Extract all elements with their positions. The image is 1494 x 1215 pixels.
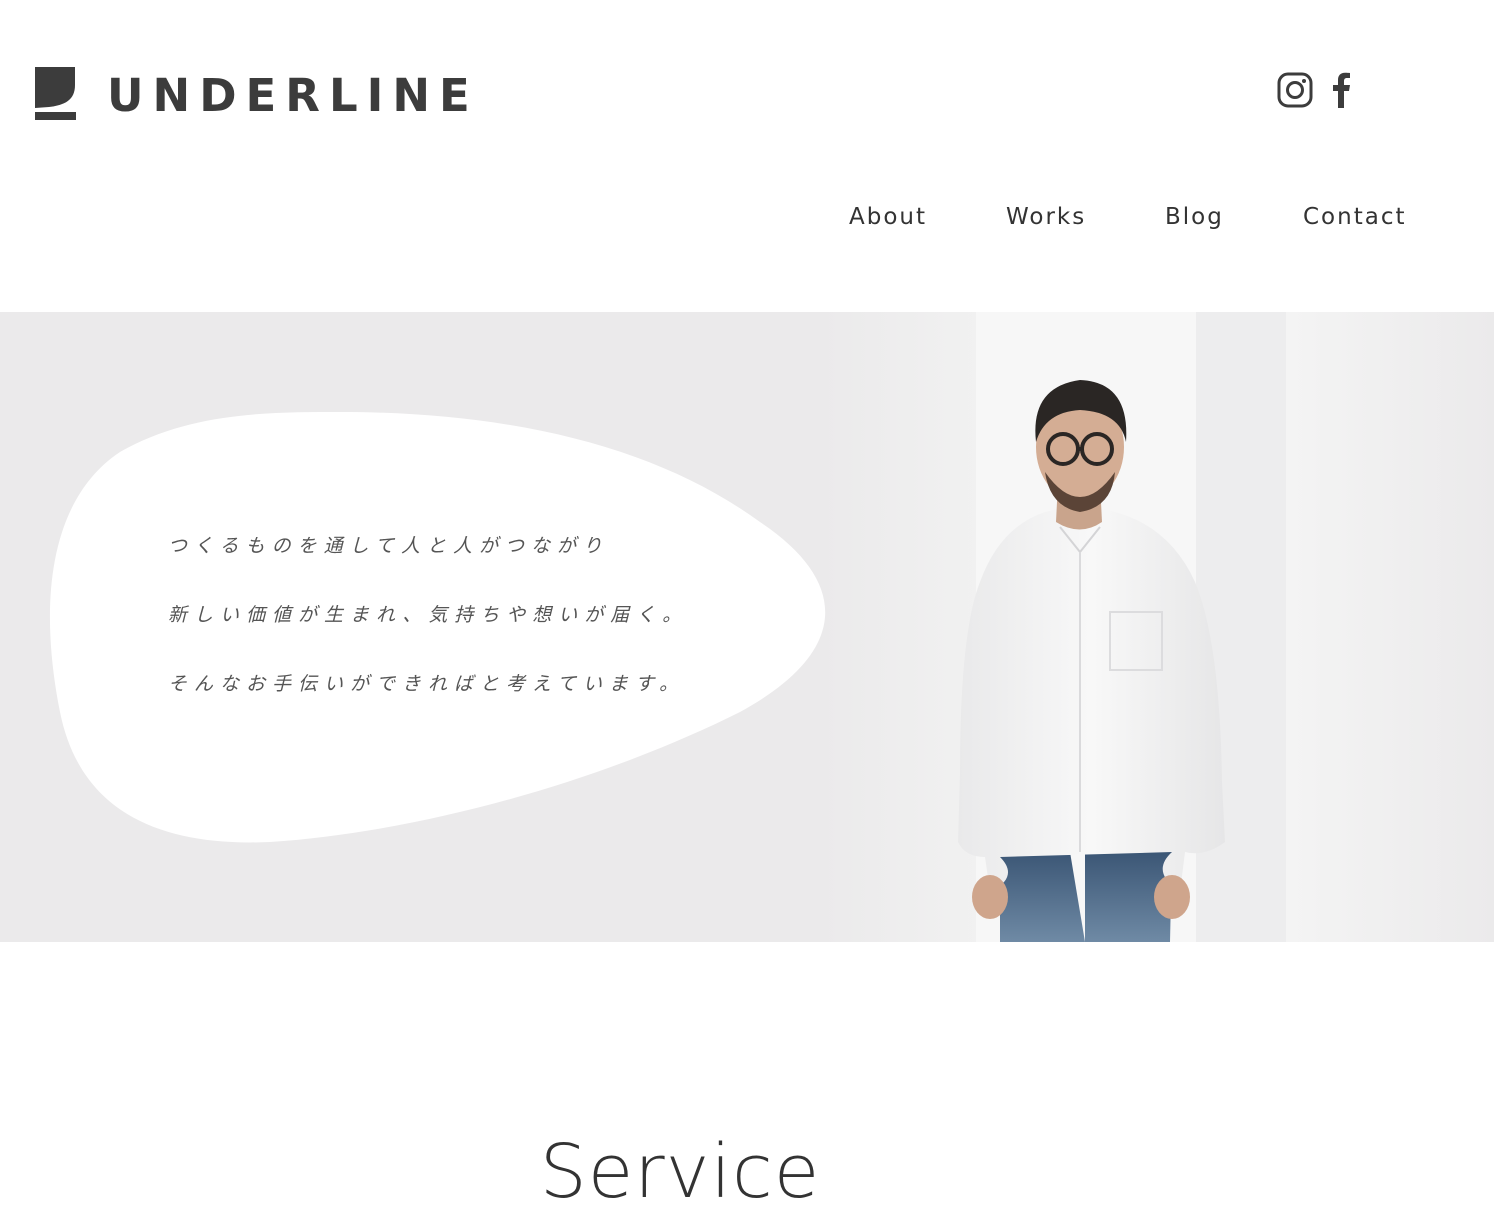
nav-works[interactable]: Works [1006,204,1086,230]
hero-section: つくるものを通して人と人がつながり 新しい価値が生まれ、気持ちや想いが届く。 そ… [0,312,1494,942]
logo-wordmark: UNDERLINE [107,69,479,122]
logo-mark-icon [35,67,76,120]
facebook-icon [1333,72,1350,108]
hero-message-line: そんなお手伝いができればと考えています。 [168,673,686,695]
nav-contact[interactable]: Contact [1303,204,1406,230]
nav-about[interactable]: About [849,204,927,230]
service-heading: Service [539,1129,821,1215]
facebook-link[interactable] [1331,72,1367,112]
social-links [1277,72,1367,112]
nav-blog[interactable]: Blog [1165,204,1224,230]
site-header: UNDERLINE About Works Blog Contact [0,0,1494,312]
site-logo[interactable]: UNDERLINE [35,67,479,120]
hero-message: つくるものを通して人と人がつながり 新しい価値が生まれ、気持ちや想いが届く。 そ… [168,530,688,737]
hero-message-line: 新しい価値が生まれ、気持ちや想いが届く。 [168,604,689,626]
main-nav: About Works Blog Contact [0,204,1494,238]
hero-message-line: つくるものを通して人と人がつながり [168,535,610,557]
instagram-icon [1277,72,1313,108]
instagram-link[interactable] [1277,72,1313,112]
